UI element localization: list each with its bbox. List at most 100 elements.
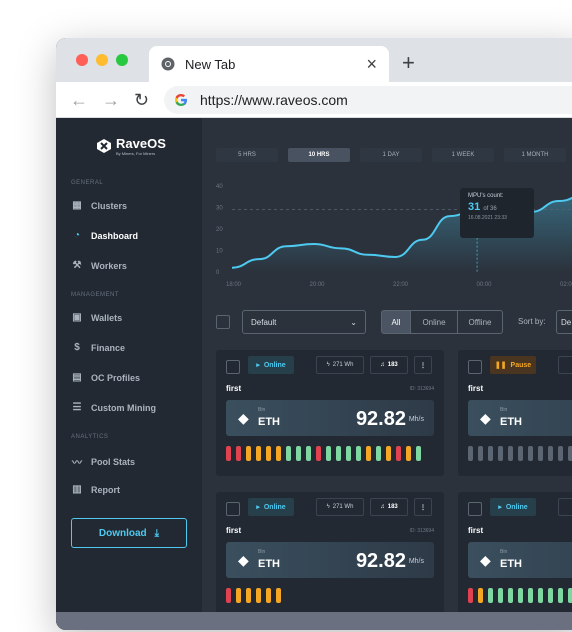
section-general: GENERAL: [71, 180, 104, 186]
gpu-status-bar: [558, 446, 563, 461]
gpu-bars: [226, 446, 421, 461]
worker-card[interactable]: ▸ Online ϟ 271 Wh ♫ 183 ⋮ first ID: 313694 …: [216, 492, 444, 618]
sidebar-item-label: OC Profiles: [91, 372, 141, 383]
sliders-icon: ☰: [72, 402, 82, 413]
sidebar-item-dashboard[interactable]: ◔ Dashboard: [71, 230, 138, 241]
download-icon: ⤓: [154, 527, 160, 539]
sidebar-item-clusters[interactable]: ▦ Clusters: [71, 200, 127, 211]
status-badge: ▸ Online: [490, 498, 536, 516]
bolt-icon: ϟ: [326, 362, 330, 368]
power-pill: ϟ: [558, 356, 572, 374]
gpu-status-bar: [488, 588, 493, 603]
range-5-hrs[interactable]: 5 HRS: [216, 148, 278, 162]
raveos-logo[interactable]: RaveOS By Miners, For Miners: [96, 136, 166, 156]
worker-card[interactable]: ▸ Online ϟ 271 Wh ♫ 183 ⋮ first ID: 313694 …: [216, 350, 444, 476]
worker-checkbox[interactable]: [226, 502, 240, 516]
tooltip-label: MPU's count:: [468, 193, 504, 199]
more-menu-button[interactable]: ⋮: [414, 498, 432, 516]
sidebar: RaveOS By Miners, For Miners GENERAL ▦ C…: [56, 118, 202, 630]
x-tick-label: 18:00: [226, 282, 242, 288]
sidebar-item-report[interactable]: ▥ Report: [71, 484, 120, 495]
gpu-status-bar: [568, 588, 572, 603]
minimize-window-button[interactable]: [96, 54, 108, 66]
worker-checkbox[interactable]: [468, 360, 482, 374]
worker-checkbox[interactable]: [468, 502, 482, 516]
worker-name: first: [226, 384, 242, 393]
gpu-status-bar: [256, 446, 261, 461]
sidebar-item-label: Dashboard: [91, 230, 139, 241]
new-tab-button[interactable]: +: [402, 50, 415, 76]
tooltip-date: 16.08.2021 23:33: [468, 215, 507, 221]
range-1-week[interactable]: 1 WEEK: [432, 148, 494, 162]
tab-new-tab[interactable]: New Tab ×: [149, 46, 389, 82]
address-bar[interactable]: https://www.raveos.com: [164, 86, 572, 114]
tab-close-icon[interactable]: ×: [366, 54, 377, 75]
hashrate-unit: Mh/s: [408, 558, 424, 565]
gpu-status-bar: [246, 446, 251, 461]
maximize-window-button[interactable]: [116, 54, 128, 66]
url-text: https://www.raveos.com: [200, 92, 348, 108]
select-all-checkbox[interactable]: [216, 315, 230, 329]
gpu-status-bar: [376, 446, 381, 461]
brand-name: RaveOS: [116, 136, 166, 151]
worker-id: ID: 313694: [409, 386, 434, 392]
tab-offline[interactable]: Offline: [457, 310, 503, 334]
forward-button[interactable]: →: [102, 90, 120, 111]
pool-name: Bin: [258, 407, 266, 413]
status-text: Online: [505, 503, 528, 511]
raveos-logo-icon: [97, 139, 111, 153]
gpu-bars: [468, 446, 572, 461]
sidebar-item-oc-profiles[interactable]: ▤ OC Profiles: [71, 372, 140, 383]
bell-icon: ♫: [380, 362, 385, 368]
download-button[interactable]: Download ⤓: [71, 518, 187, 548]
close-window-button[interactable]: [76, 54, 88, 66]
tab-online[interactable]: Online: [410, 310, 458, 334]
worker-id: ID: 313694: [409, 528, 434, 534]
gpu-status-bar: [286, 446, 291, 461]
back-button[interactable]: ←: [70, 90, 88, 111]
more-menu-button[interactable]: ⋮: [414, 356, 432, 374]
sidebar-item-wallets[interactable]: ▣ Wallets: [71, 312, 122, 323]
tab-bar: New Tab × +: [56, 38, 572, 82]
gpu-status-bar: [396, 446, 401, 461]
alerts-pill[interactable]: ♫ 183: [370, 498, 408, 516]
sidebar-item-pool-stats[interactable]: 〰 Pool Stats: [71, 454, 136, 470]
alerts-pill[interactable]: ♫ 183: [370, 356, 408, 374]
sidebar-item-finance[interactable]: $ Finance: [71, 342, 125, 353]
worker-card[interactable]: ❚❚Pause ϟ first ◆ Bin ETH: [458, 350, 572, 476]
y-tick-label: 30: [216, 206, 223, 212]
worker-card[interactable]: ▸Online ϟ first ◆ Bin ETH: [458, 492, 572, 618]
hashrate-unit: Mh/s: [408, 416, 424, 423]
sidebar-item-label: Pool Stats: [91, 456, 136, 467]
sidebar-item-label: Wallets: [91, 312, 123, 323]
sort-select[interactable]: De: [556, 310, 572, 334]
alerts-count: 183: [387, 362, 398, 368]
worker-name: first: [468, 526, 484, 535]
dollar-icon: $: [74, 342, 80, 353]
range-10-hrs[interactable]: 10 HRS: [288, 148, 350, 162]
alerts-count: 183: [387, 504, 398, 510]
filter-bar: Default ⌄ All Online Offline Sort by: De: [216, 310, 572, 334]
play-icon: ▸: [256, 504, 260, 511]
range-1-month[interactable]: 1 MONTH: [504, 148, 566, 162]
power-pill: ϟ: [558, 498, 572, 516]
group-select[interactable]: Default ⌄: [242, 310, 366, 334]
sidebar-item-label: Custom Mining: [91, 402, 156, 413]
sidebar-item-workers[interactable]: ⚒ Workers: [71, 260, 127, 271]
tooltip-count: 31: [468, 201, 481, 213]
coin-box: ◆ Bin ETH: [468, 400, 572, 436]
range-1-day[interactable]: 1 DAY: [360, 148, 422, 162]
status-badge: ▸ Online: [248, 498, 294, 516]
sidebar-item-custom-mining[interactable]: ☰ Custom Mining: [71, 402, 156, 413]
hashrate-value: 92.82: [355, 408, 406, 430]
tab-all[interactable]: All: [381, 310, 411, 334]
pool-name: Bin: [500, 549, 508, 555]
pool-name: Bin: [500, 407, 508, 413]
tab-title: New Tab: [185, 56, 236, 72]
ethereum-icon: ◆: [238, 410, 249, 426]
gpu-status-bar: [488, 446, 493, 461]
x-tick-label: 20:00: [310, 282, 326, 288]
gpu-status-bar: [276, 446, 281, 461]
worker-checkbox[interactable]: [226, 360, 240, 374]
reload-button[interactable]: ↻: [134, 90, 149, 111]
